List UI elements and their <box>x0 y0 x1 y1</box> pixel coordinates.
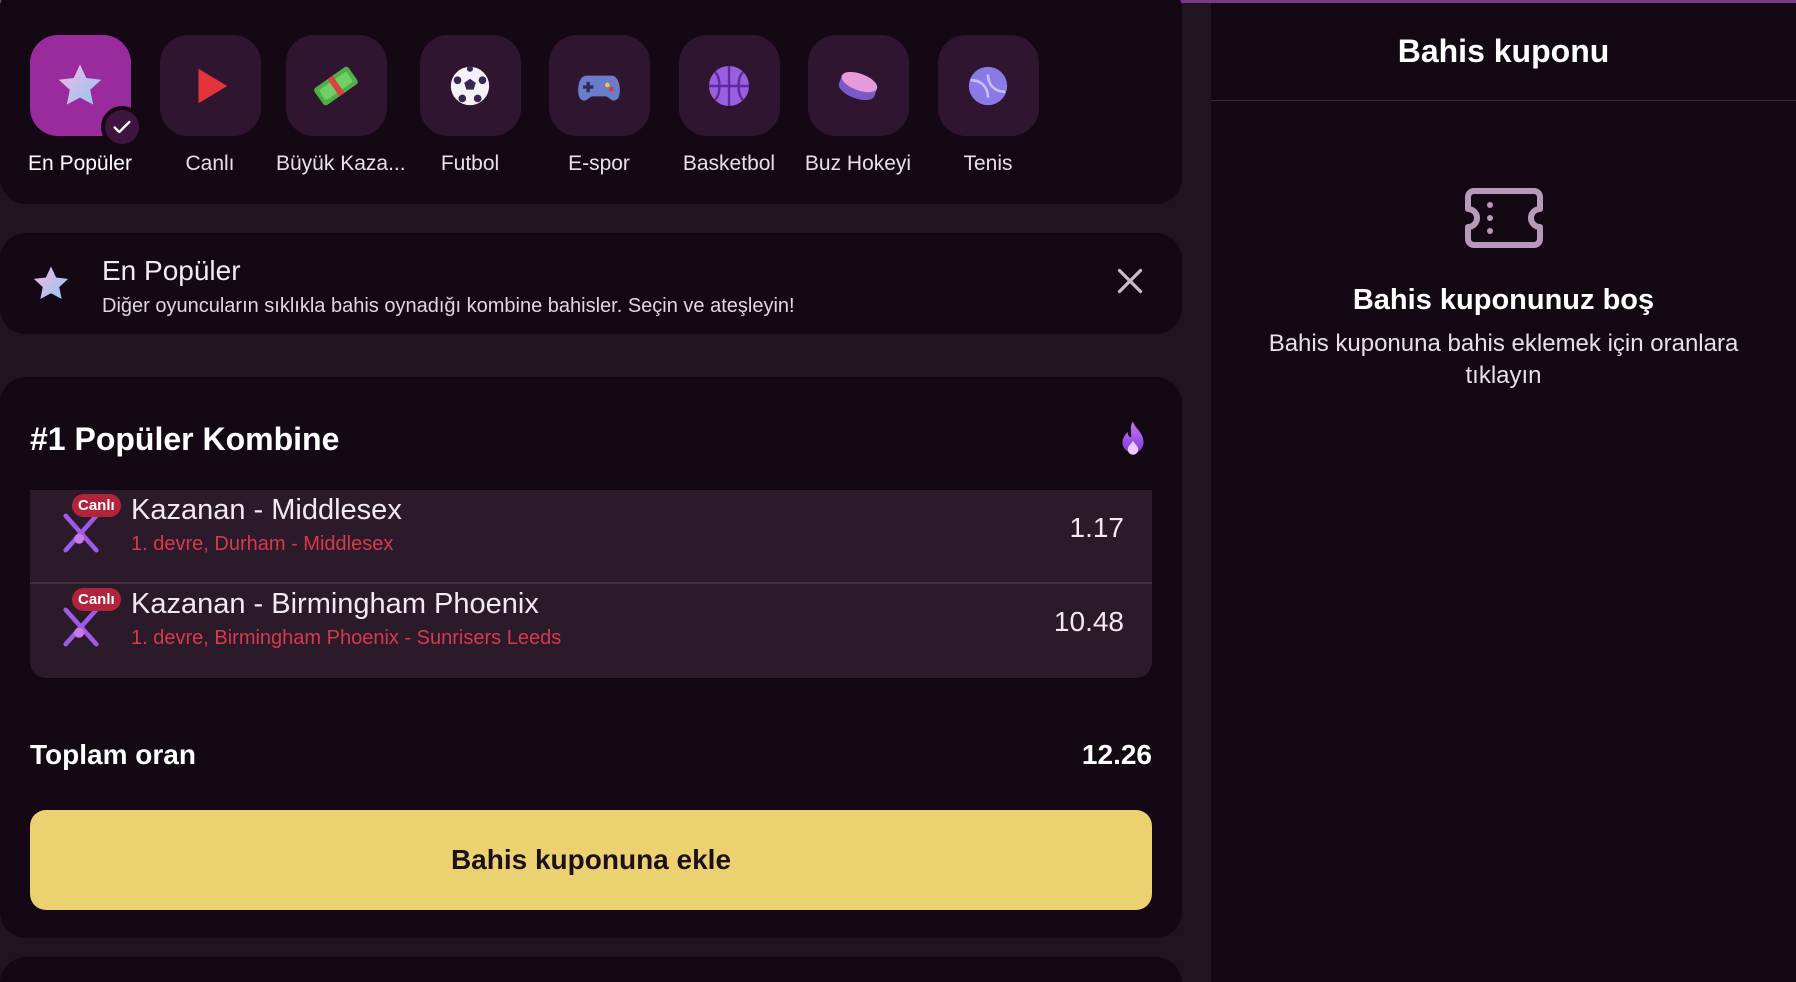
money-icon <box>314 66 358 105</box>
category-label: Buz Hokeyi <box>804 152 912 175</box>
play-icon <box>198 68 228 103</box>
category-label: Tenis <box>963 152 1013 175</box>
empty-slip-description: Bahis kuponuna bahis eklemek için oranla… <box>1268 330 1739 389</box>
category-tenis[interactable]: Tenis <box>928 35 1048 176</box>
category-tile <box>159 35 261 136</box>
info-description: Diğer oyuncuların sıklıkla bahis oynadığ… <box>102 295 795 317</box>
total-odds-label: Toplam oran <box>30 739 196 770</box>
category-label: E-spor <box>568 152 630 175</box>
combo-card: #1 Popüler Kombine Canlı Kazanan - Middl… <box>0 377 1182 938</box>
category-tile <box>29 35 143 148</box>
soccer-ball-icon <box>450 65 490 105</box>
bet-slip-header: Bahis kuponu <box>1211 3 1796 101</box>
ticket-icon <box>1465 188 1543 248</box>
pick-event: 1. devre, Durham - Middlesex <box>131 533 394 555</box>
category-canli[interactable]: Canlı <box>150 35 270 176</box>
bet-slip-panel: Bahis kuponu Bahis kuponunuz boş Bahis k… <box>1211 3 1796 982</box>
category-buyuk-kazanclar[interactable]: Büyük Kaza... <box>276 35 406 176</box>
live-badge: Canlı <box>72 494 121 517</box>
list-item[interactable]: Canlı Kazanan - Middlesex 1. devre, Durh… <box>30 490 1152 584</box>
category-futbol[interactable]: Futbol <box>410 35 530 176</box>
pick-odds[interactable]: 1.17 <box>1070 512 1125 544</box>
category-label: Futbol <box>440 152 500 175</box>
pick-market: Kazanan - Middlesex <box>131 494 402 526</box>
add-to-slip-button[interactable]: Bahis kuponuna ekle <box>30 810 1152 910</box>
checkmark-icon <box>100 106 143 148</box>
main-content: En Popüler Canlı Büyük Kaza... Futbol E-… <box>0 0 1210 982</box>
close-icon[interactable] <box>1112 263 1148 299</box>
category-e-spor[interactable]: E-spor <box>539 35 659 176</box>
basketball-icon <box>709 65 749 106</box>
combo-title: #1 Popüler Kombine <box>30 421 340 457</box>
gamepad-icon <box>578 75 620 101</box>
hockey-puck-icon <box>838 71 878 100</box>
category-label: Canlı <box>185 152 235 175</box>
pick-odds[interactable]: 10.48 <box>1054 606 1124 638</box>
category-tile <box>285 35 387 136</box>
pick-event: 1. devre, Birmingham Phoenix - Sunrisers… <box>131 627 562 649</box>
bet-slip-title: Bahis kuponu <box>1397 33 1610 69</box>
category-label: En Popüler <box>28 152 132 175</box>
category-buz-hokeyi[interactable]: Buz Hokeyi <box>798 35 918 176</box>
star-icon <box>58 63 102 105</box>
category-tile <box>807 35 909 136</box>
total-odds-value: 12.26 <box>1081 739 1152 770</box>
star-icon <box>33 266 69 300</box>
category-tile <box>419 35 521 136</box>
tennis-ball-icon <box>968 66 1008 105</box>
category-tile <box>678 35 780 136</box>
picks-list: Canlı Kazanan - Middlesex 1. devre, Durh… <box>30 490 1152 678</box>
pick-market: Kazanan - Birmingham Phoenix <box>131 588 539 620</box>
category-en-populer[interactable]: En Popüler <box>20 35 143 176</box>
category-label: Basketbol <box>682 152 776 175</box>
flame-icon <box>1122 421 1144 455</box>
category-tile <box>937 35 1039 136</box>
next-combo-card <box>0 957 1182 982</box>
live-badge: Canlı <box>72 588 121 611</box>
category-tile <box>548 35 650 136</box>
empty-slip-title: Bahis kuponunuz boş <box>1352 284 1655 316</box>
info-banner: En Popüler Diğer oyuncuların sıklıkla ba… <box>0 233 1182 334</box>
list-item[interactable]: Canlı Kazanan - Birmingham Phoenix 1. de… <box>30 584 1152 678</box>
category-bar: En Popüler Canlı Büyük Kaza... Futbol E-… <box>0 0 1182 204</box>
category-basketbol[interactable]: Basketbol <box>669 35 789 176</box>
info-title: En Popüler <box>102 255 241 286</box>
category-label: Büyük Kaza... <box>276 152 406 175</box>
